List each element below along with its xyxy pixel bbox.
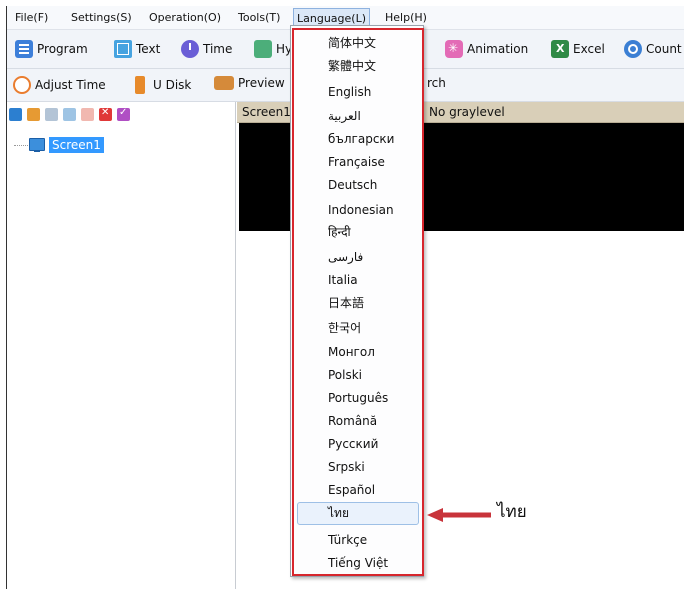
usb-icon	[135, 76, 145, 94]
pointer-arrow-icon	[427, 508, 491, 522]
menu-tools[interactable]: Tools(T)	[238, 11, 280, 24]
text-label: Text	[136, 42, 161, 56]
text-button[interactable]: Text	[114, 40, 160, 58]
preview-label: Preview	[238, 76, 285, 90]
search-button[interactable]: rch	[427, 76, 446, 90]
menu-help[interactable]: Help(H)	[385, 11, 427, 24]
animation-button[interactable]: Animation	[445, 40, 528, 58]
time-label: Time	[203, 42, 233, 56]
program-button[interactable]: Program	[15, 40, 88, 58]
u-disk-label: U Disk	[153, 78, 192, 92]
animation-icon	[445, 40, 463, 58]
program-icon	[15, 40, 33, 58]
tree-connector	[14, 145, 28, 146]
clock-icon	[181, 40, 199, 58]
add-screen-icon[interactable]	[9, 107, 22, 121]
check-icon[interactable]	[117, 107, 130, 121]
count-label: Count	[646, 42, 682, 56]
tree-item-screen1[interactable]: Screen1	[29, 136, 104, 153]
graylevel-status: No graylevel	[429, 105, 505, 119]
copy-icon[interactable]	[45, 107, 58, 121]
excel-icon	[551, 40, 569, 58]
count-icon	[624, 40, 642, 58]
monitor-icon	[29, 138, 45, 152]
move-up-icon[interactable]	[63, 107, 76, 121]
animation-label: Animation	[467, 42, 529, 56]
tree-item-label: Screen1	[49, 136, 104, 153]
menu-operation[interactable]: Operation(O)	[149, 11, 221, 24]
annotation-label: ไทย	[497, 502, 527, 522]
tree-toolbar	[9, 104, 135, 124]
screen-name: Screen1	[242, 105, 291, 119]
language-highlight-box	[292, 28, 424, 576]
program-label: Program	[37, 42, 88, 56]
search-label: rch	[427, 76, 446, 90]
delete-icon[interactable]	[99, 107, 112, 121]
adjust-time-label: Adjust Time	[35, 78, 106, 92]
excel-button[interactable]: Excel	[551, 40, 605, 58]
add-program-icon[interactable]	[27, 107, 40, 121]
menu-file[interactable]: File(F)	[15, 11, 48, 24]
camera-icon	[214, 76, 234, 90]
excel-label: Excel	[573, 42, 605, 56]
menu-settings[interactable]: Settings(S)	[71, 11, 132, 24]
adjust-time-button[interactable]: Adjust Time	[13, 76, 106, 94]
adjust-time-icon	[13, 76, 31, 94]
count-button[interactable]: Count	[624, 40, 682, 58]
screen-tree-pane: Screen1	[7, 102, 236, 589]
text-icon	[114, 40, 132, 58]
preview-button[interactable]: Preview	[214, 76, 285, 90]
move-down-icon[interactable]	[81, 107, 94, 121]
u-disk-button[interactable]: U Disk	[135, 76, 191, 94]
hy-button[interactable]: Hy	[254, 40, 292, 58]
time-button[interactable]: Time	[181, 40, 232, 58]
image-icon	[254, 40, 272, 58]
